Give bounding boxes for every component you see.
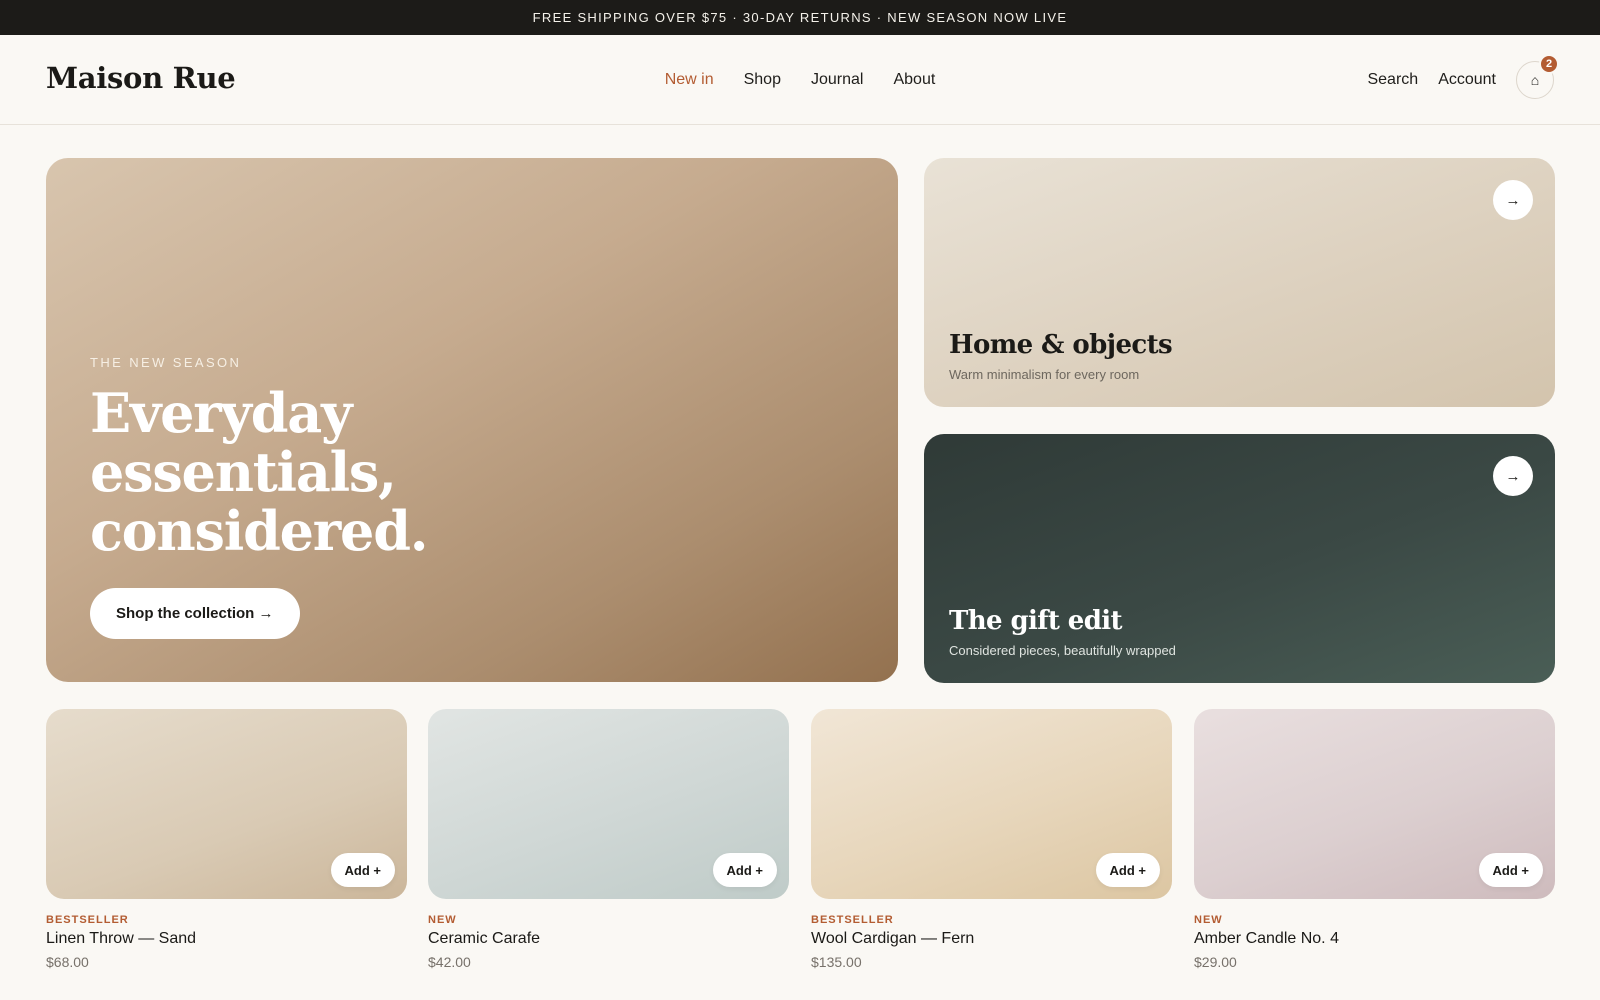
shop-collection-button[interactable]: Shop the collection → (90, 588, 300, 639)
hero-title-line: Everyday (90, 381, 352, 445)
tile-home-objects[interactable]: → Home & objects Warm minimalism for eve… (924, 158, 1555, 407)
product-image[interactable]: Add + (46, 709, 407, 899)
nav-item-new-in[interactable]: New in (665, 71, 714, 89)
product-card[interactable]: Add + BESTSELLER Linen Throw — Sand $68.… (46, 709, 407, 970)
tile-title: Home & objects (949, 330, 1173, 360)
site-header: Maison Rue New in Shop Journal About Sea… (0, 35, 1600, 125)
announcement-bar: FREE SHIPPING OVER $75 · 30-DAY RETURNS … (0, 0, 1600, 35)
header-utilities: Search Account ⌂ 2 (1367, 35, 1559, 125)
hero-banner: THE NEW SEASON Everyday essentials, cons… (46, 158, 898, 682)
product-badge: BESTSELLER (811, 914, 894, 926)
product-name[interactable]: Linen Throw — Sand (46, 930, 407, 948)
product-card[interactable]: Add + BESTSELLER Wool Cardigan — Fern $1… (811, 709, 1172, 970)
add-to-cart-button[interactable]: Add + (330, 853, 395, 887)
hero-title: Everyday essentials, considered. (90, 384, 510, 561)
cart-button[interactable]: ⌂ 2 (1516, 54, 1559, 99)
hero-title-line: essentials, (90, 440, 397, 504)
tile-subtitle: Warm minimalism for every room (949, 367, 1140, 382)
product-badge: BESTSELLER (46, 914, 129, 926)
product-image[interactable]: Add + (428, 709, 789, 899)
hero-eyebrow: THE NEW SEASON (90, 355, 242, 370)
search-link[interactable]: Search (1367, 71, 1418, 89)
product-card[interactable]: Add + NEW Amber Candle No. 4 $29.00 (1194, 709, 1555, 970)
product-price: $135.00 (811, 954, 862, 970)
tile-title: The gift edit (949, 606, 1123, 636)
tile-subtitle: Considered pieces, beautifully wrapped (949, 643, 1176, 658)
product-image[interactable]: Add + (811, 709, 1172, 899)
logo[interactable]: Maison Rue (46, 61, 236, 95)
main-nav: New in Shop Journal About (0, 35, 1600, 125)
nav-item-journal[interactable]: Journal (811, 71, 863, 89)
product-image[interactable]: Add + (1194, 709, 1555, 899)
arrow-right-icon[interactable]: → (1493, 180, 1533, 220)
arrow-right-icon[interactable]: → (1493, 456, 1533, 496)
account-link[interactable]: Account (1438, 71, 1496, 89)
product-price: $68.00 (46, 954, 89, 970)
product-name[interactable]: Ceramic Carafe (428, 930, 789, 948)
cart-count-badge: 2 (1539, 54, 1559, 74)
nav-item-about[interactable]: About (893, 71, 935, 89)
nav-item-shop[interactable]: Shop (744, 71, 781, 89)
bag-icon: ⌂ (1530, 72, 1540, 88)
product-badge: NEW (1194, 914, 1223, 926)
product-badge: NEW (428, 914, 457, 926)
product-price: $29.00 (1194, 954, 1237, 970)
announcement-text: FREE SHIPPING OVER $75 · 30-DAY RETURNS … (532, 10, 1068, 25)
product-price: $42.00 (428, 954, 471, 970)
add-to-cart-button[interactable]: Add + (1095, 853, 1160, 887)
product-card[interactable]: Add + NEW Ceramic Carafe $42.00 (428, 709, 789, 970)
product-name[interactable]: Wool Cardigan — Fern (811, 930, 1172, 948)
add-to-cart-button[interactable]: Add + (712, 853, 777, 887)
add-to-cart-button[interactable]: Add + (1478, 853, 1543, 887)
product-name[interactable]: Amber Candle No. 4 (1194, 930, 1555, 948)
hero-title-line: considered. (90, 499, 429, 563)
tile-gift-edit[interactable]: → The gift edit Considered pieces, beaut… (924, 434, 1555, 683)
